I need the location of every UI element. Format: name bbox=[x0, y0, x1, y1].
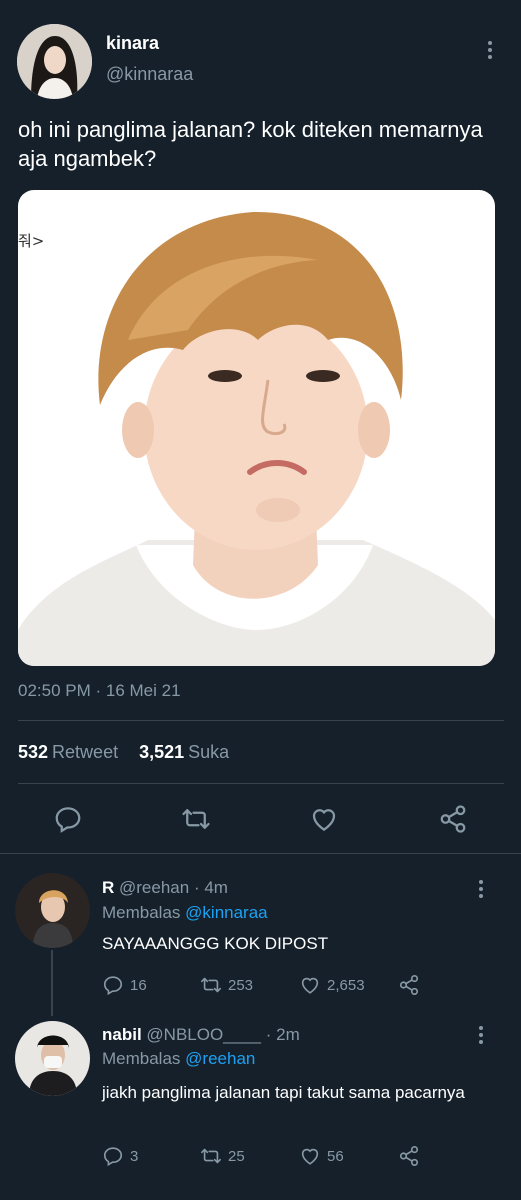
author-name[interactable]: kinara bbox=[106, 33, 159, 54]
reply-author-handle[interactable]: @reehan bbox=[119, 878, 189, 897]
more-icon[interactable] bbox=[472, 1023, 490, 1047]
reply-icon bbox=[103, 1147, 123, 1167]
more-icon[interactable] bbox=[472, 877, 490, 901]
retweet-count: 253 bbox=[228, 976, 254, 994]
reply-button[interactable]: 3 bbox=[102, 1145, 138, 1167]
retweet-icon[interactable] bbox=[181, 804, 211, 834]
reply-avatar[interactable] bbox=[15, 873, 90, 948]
share-icon[interactable] bbox=[438, 804, 468, 834]
divider bbox=[18, 720, 504, 721]
reply-icon[interactable] bbox=[53, 804, 83, 834]
like-button[interactable]: 2,653 bbox=[299, 974, 365, 996]
replying-label: Membalas bbox=[102, 1049, 181, 1068]
like-count: 2,653 bbox=[327, 976, 365, 994]
like-count: 56 bbox=[327, 1147, 344, 1165]
reply-time[interactable]: · 2m bbox=[266, 1025, 300, 1044]
divider bbox=[0, 853, 521, 854]
replying-to-handle[interactable]: @reehan bbox=[185, 1049, 255, 1068]
tweet-timestamp[interactable]: 02:50 PM · 16 Mei 21 bbox=[18, 681, 181, 701]
share-button[interactable] bbox=[398, 974, 420, 996]
author-handle[interactable]: @kinnaraa bbox=[106, 64, 193, 85]
reply-button[interactable]: 16 bbox=[102, 974, 147, 996]
reply-author-name[interactable]: nabil bbox=[102, 1025, 142, 1044]
retweet-count[interactable]: 532 bbox=[18, 742, 48, 762]
tweet-photo[interactable]: 줘> bbox=[18, 190, 495, 666]
share-icon bbox=[399, 975, 419, 995]
retweet-icon bbox=[201, 1148, 221, 1164]
more-icon[interactable] bbox=[481, 38, 499, 62]
share-icon bbox=[399, 1146, 419, 1166]
like-icon bbox=[301, 977, 319, 994]
retweet-icon bbox=[201, 977, 221, 993]
retweet-button[interactable]: 25 bbox=[200, 1145, 245, 1167]
replying-to: Membalas @kinnaraa bbox=[102, 903, 268, 923]
reply-header: R @reehan · 4m bbox=[102, 878, 228, 898]
tweet-stats: 532 Retweet 3,521 Suka bbox=[18, 742, 245, 763]
retweet-button[interactable]: 253 bbox=[200, 974, 253, 996]
like-label[interactable]: Suka bbox=[188, 742, 229, 762]
reply-text: SAYAAANGGG KOK DIPOST bbox=[102, 934, 329, 953]
author-avatar[interactable] bbox=[17, 24, 92, 99]
reply-author-handle[interactable]: @NBLOO____ bbox=[146, 1025, 261, 1044]
like-button[interactable]: 56 bbox=[299, 1145, 344, 1167]
like-count[interactable]: 3,521 bbox=[139, 742, 184, 762]
replying-label: Membalas bbox=[102, 903, 181, 922]
tweet-text: oh ini panglima jalanan? kok diteken mem… bbox=[18, 117, 483, 171]
reply-author-name[interactable]: R bbox=[102, 878, 114, 897]
thread-line bbox=[51, 950, 53, 1016]
reply-icon bbox=[103, 976, 123, 996]
reply-count: 16 bbox=[130, 976, 147, 994]
replying-to: Membalas @reehan bbox=[102, 1049, 255, 1069]
divider bbox=[18, 783, 504, 784]
retweet-label[interactable]: Retweet bbox=[52, 742, 118, 762]
reply-text: jiakh panglima jalanan tapi takut sama p… bbox=[102, 1083, 465, 1102]
reply-avatar[interactable] bbox=[15, 1021, 90, 1096]
share-button[interactable] bbox=[398, 1145, 420, 1167]
reply-count: 3 bbox=[130, 1147, 139, 1165]
replying-to-handle[interactable]: @kinnaraa bbox=[185, 903, 267, 922]
like-icon bbox=[301, 1148, 319, 1165]
reply-time[interactable]: · 4m bbox=[194, 878, 228, 897]
like-icon[interactable] bbox=[309, 804, 339, 834]
reply-header: nabil @NBLOO____ · 2m bbox=[102, 1025, 300, 1045]
retweet-count: 25 bbox=[228, 1147, 245, 1165]
